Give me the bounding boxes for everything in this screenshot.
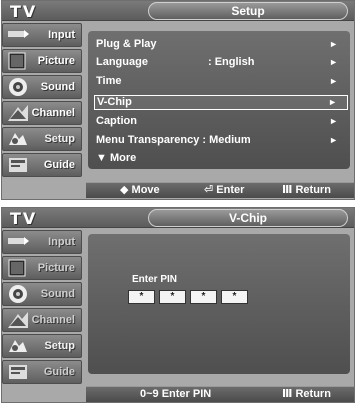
bottom-help-bar: 0~9 Enter PIN Ⅲ Return — [86, 386, 354, 402]
arrow-right-icon: ► — [329, 116, 338, 126]
menu-item-value: : English — [208, 56, 255, 68]
sidebar-item-label: Sound — [40, 81, 75, 93]
sound-icon — [5, 77, 31, 97]
sidebar-item-setup[interactable]: Setup — [2, 334, 82, 358]
sidebar-item-label: Picture — [37, 262, 75, 274]
bottom-help-bar: ◆ Move ⏎ Enter Ⅲ Return — [86, 182, 354, 198]
setup-menu-panel: Plug & Play ► Language : English ► Time … — [88, 31, 350, 169]
setup-icon — [5, 336, 31, 356]
input-icon — [5, 25, 31, 45]
up-down-icon: ◆ — [120, 184, 129, 196]
menu-item-caption[interactable]: Caption ► — [94, 114, 348, 129]
sidebar-item-picture[interactable]: Picture — [2, 49, 82, 73]
sidebar-item-channel[interactable]: Channel — [2, 308, 82, 332]
enter-hint: ⏎ Enter — [204, 183, 244, 198]
sidebar-item-setup[interactable]: Setup — [2, 127, 82, 151]
arrow-right-icon: ► — [329, 135, 338, 145]
menu-item-language[interactable]: Language : English ► — [94, 55, 348, 70]
picture-icon — [5, 258, 31, 278]
return-hint: Ⅲ Return — [282, 183, 331, 198]
sidebar-item-label: Setup — [44, 133, 75, 145]
setup-icon — [5, 129, 31, 149]
guide-icon — [5, 362, 31, 382]
enter-pin-label: Enter PIN — [132, 274, 178, 285]
sidebar-item-guide[interactable]: Guide — [2, 360, 82, 384]
picture-icon — [5, 51, 31, 71]
sidebar-item-label: Setup — [44, 340, 75, 352]
sidebar-item-label: Sound — [40, 288, 75, 300]
tv-label: TV — [10, 2, 38, 21]
sidebar-item-label: Picture — [37, 55, 75, 67]
menu-item-time[interactable]: Time ► — [94, 74, 348, 89]
menu-item-label: V-Chip — [97, 96, 132, 108]
return-label: Return — [295, 184, 331, 196]
menu-title: Setup — [148, 2, 348, 20]
return-icon: Ⅲ — [282, 184, 293, 196]
enter-icon: ⏎ — [204, 184, 214, 196]
sidebar-item-picture[interactable]: Picture — [2, 256, 82, 280]
menu-title: V-Chip — [148, 209, 348, 227]
return-hint: Ⅲ Return — [282, 387, 331, 402]
top-bar: TV V-Chip — [2, 208, 354, 228]
sidebar: Input Picture Sound Channel Setup Guide — [2, 230, 82, 386]
channel-icon — [5, 103, 31, 123]
menu-item-plug-play[interactable]: Plug & Play ► — [94, 37, 348, 52]
v-chip-screen: TV V-Chip Input Picture Sound Channel Se… — [1, 207, 355, 403]
sidebar-item-sound[interactable]: Sound — [2, 75, 82, 99]
menu-item-menu-transparency[interactable]: Menu Transparency : Medium ► — [94, 133, 348, 148]
menu-item-v-chip[interactable]: V-Chip ► — [94, 95, 348, 110]
setup-menu-screen: TV Setup Input Picture Sound Channel Set… — [1, 0, 355, 200]
sidebar-item-input[interactable]: Input — [2, 23, 82, 47]
move-hint: ◆ Move — [120, 183, 160, 198]
menu-item-label: ▼ More — [96, 152, 137, 164]
sound-icon — [5, 284, 31, 304]
move-label: Move — [131, 184, 160, 196]
sidebar-item-label: Input — [48, 29, 75, 41]
arrow-right-icon: ► — [329, 76, 338, 86]
menu-item-label: Caption — [96, 115, 137, 127]
sidebar-item-label: Guide — [43, 366, 75, 378]
tv-label: TV — [10, 209, 38, 228]
sidebar-item-input[interactable]: Input — [2, 230, 82, 254]
menu-item-label: Language — [96, 56, 148, 68]
return-label: Return — [295, 388, 331, 400]
sidebar: Input Picture Sound Channel Setup Guide — [2, 23, 82, 179]
enter-pin-hint: 0~9 Enter PIN — [140, 388, 212, 400]
channel-icon — [5, 310, 31, 330]
menu-item-label: Plug & Play — [96, 38, 157, 50]
arrow-right-icon: ► — [329, 39, 338, 49]
menu-item-label: Time — [96, 75, 122, 87]
v-chip-panel — [88, 234, 350, 374]
sidebar-item-label: Guide — [43, 159, 75, 171]
sidebar-item-sound[interactable]: Sound — [2, 282, 82, 306]
pin-digit-field[interactable]: * — [128, 290, 155, 304]
menu-item-more[interactable]: ▼ More — [94, 151, 348, 166]
arrow-right-icon: ► — [328, 97, 337, 107]
pin-digit-field[interactable]: * — [221, 290, 248, 304]
sidebar-item-channel[interactable]: Channel — [2, 101, 82, 125]
sidebar-item-label: Channel — [31, 107, 75, 119]
pin-digit-field[interactable]: * — [190, 290, 217, 304]
input-icon — [5, 232, 31, 252]
pin-entry: * * * * — [128, 290, 248, 304]
sidebar-item-label: Channel — [31, 314, 75, 326]
top-bar: TV Setup — [2, 1, 354, 21]
return-icon: Ⅲ — [282, 388, 293, 400]
menu-item-label: Menu Transparency : Medium — [96, 134, 251, 146]
pin-digit-field[interactable]: * — [159, 290, 186, 304]
sidebar-item-label: Input — [48, 236, 75, 248]
sidebar-item-guide[interactable]: Guide — [2, 153, 82, 177]
guide-icon — [5, 155, 31, 175]
arrow-right-icon: ► — [329, 57, 338, 67]
enter-label: Enter — [216, 184, 245, 196]
